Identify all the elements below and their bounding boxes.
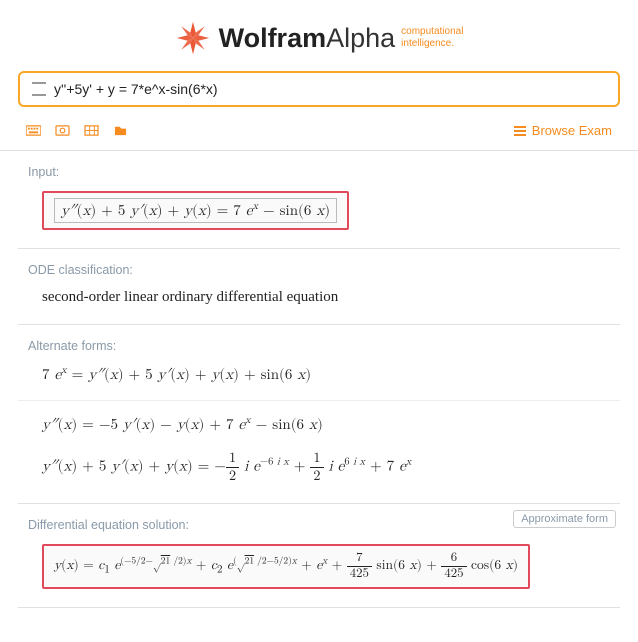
browse-examples-link[interactable]: Browse Exam bbox=[514, 123, 612, 138]
data-icon[interactable] bbox=[84, 124, 99, 137]
pod-classification: ODE classification: second-order linear … bbox=[18, 249, 620, 325]
alternate-form-1: 7 ex = y″(x) + 5 y′(x) + y(x) + sin(6 x) bbox=[42, 365, 610, 384]
input-math: y″(x) + 5 y′(x) + y(x) = 7 ex − sin(6 x) bbox=[54, 198, 337, 223]
solution-math: y(x) = c1 e(−5/2−√21 /2)x + c2 e(√21 /2−… bbox=[54, 558, 518, 572]
input-tools bbox=[26, 124, 128, 137]
input-mode-icon bbox=[32, 82, 46, 96]
classification-text: second-order linear ordinary differentia… bbox=[28, 289, 610, 306]
file-icon[interactable] bbox=[113, 124, 128, 137]
pod-alternate-forms: Alternate forms: 7 ex = y″(x) + 5 y′(x) … bbox=[18, 325, 620, 504]
logo-tagline: computational intelligence. bbox=[401, 26, 463, 50]
search-input[interactable] bbox=[54, 81, 606, 97]
image-icon[interactable] bbox=[55, 124, 70, 137]
pod-title: ODE classification: bbox=[28, 263, 610, 277]
logo-text: WolframAlpha bbox=[219, 23, 396, 54]
pod-solution: Approximate form Differential equation s… bbox=[18, 504, 620, 608]
menu-icon bbox=[514, 126, 526, 136]
pod-input: Input: y″(x) + 5 y′(x) + y(x) = 7 ex − s… bbox=[18, 151, 620, 249]
alternate-form-2: y″(x) = −5 y′(x) − y(x) + 7 ex − sin(6 x… bbox=[42, 415, 610, 434]
keyboard-icon[interactable] bbox=[26, 124, 41, 137]
header: WolframAlpha computational intelligence. bbox=[0, 0, 638, 71]
search-box[interactable] bbox=[18, 71, 620, 107]
approximate-form-button[interactable]: Approximate form bbox=[513, 510, 616, 528]
wolfram-logo-icon bbox=[175, 20, 211, 56]
highlight-box: y(x) = c1 e(−5/2−√21 /2)x + c2 e(√21 /2−… bbox=[42, 544, 530, 589]
alternate-form-3: y″(x) + 5 y′(x) + y(x) = −12 i e−6 i x +… bbox=[42, 450, 610, 485]
highlight-box: y″(x) + 5 y′(x) + y(x) = 7 ex − sin(6 x) bbox=[42, 191, 349, 230]
pod-title: Alternate forms: bbox=[28, 339, 610, 353]
pod-title: Input: bbox=[28, 165, 610, 179]
